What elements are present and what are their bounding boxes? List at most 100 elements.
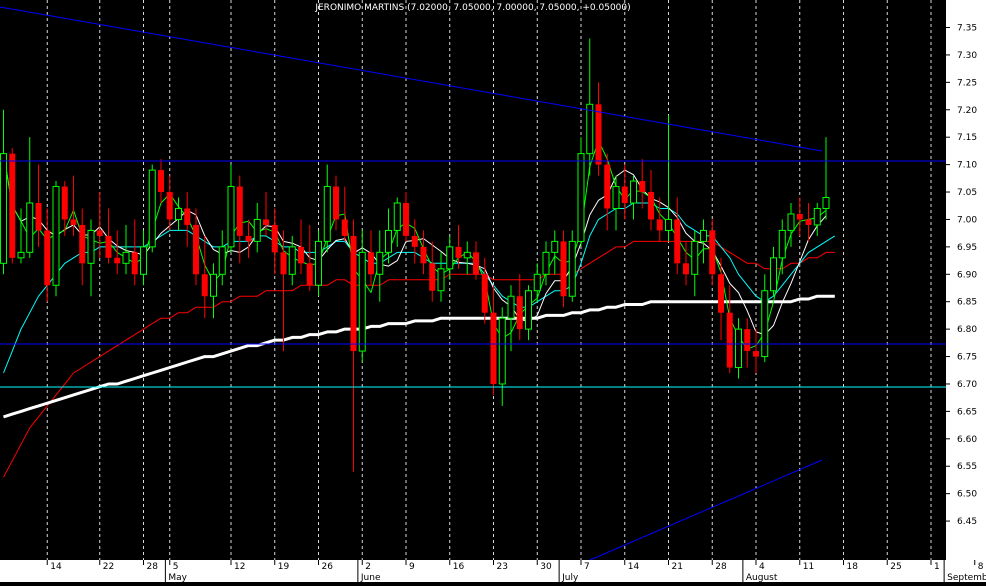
- candle-up: [393, 202, 401, 231]
- candle-down: [70, 219, 77, 225]
- candle-down: [166, 192, 173, 220]
- y-tick-label: 7.00: [957, 215, 977, 225]
- candle-up: [498, 317, 506, 385]
- candle-up: [813, 207, 821, 226]
- candle-up: [770, 257, 777, 292]
- candle-down: [350, 235, 357, 352]
- candle-up: [253, 218, 261, 242]
- x-day-label: 11: [803, 562, 814, 572]
- y-tick-label: 6.55: [957, 462, 977, 472]
- candle-down: [105, 235, 112, 258]
- chart-title: JERONIMO MARTINS (7.02000, 7.05000, 7.00…: [314, 3, 630, 13]
- candle-down: [490, 312, 497, 384]
- y-tick-label: 6.85: [957, 298, 977, 308]
- x-day-label: 22: [103, 562, 114, 572]
- candle-down: [726, 312, 733, 368]
- y-tick-label: 7.05: [957, 188, 977, 198]
- candle-down: [245, 235, 252, 242]
- candle-down: [44, 230, 51, 286]
- candle-down: [604, 164, 611, 209]
- candle-down: [9, 153, 16, 258]
- candle-up: [358, 251, 366, 352]
- candle-down: [709, 230, 716, 275]
- x-day-label: 19: [278, 562, 290, 572]
- candle-down: [61, 186, 68, 220]
- x-month-label: June: [360, 573, 381, 582]
- candle-up: [787, 213, 795, 231]
- x-month-label: September: [947, 573, 986, 582]
- candle-down: [595, 104, 602, 165]
- x-day-label: 26: [322, 562, 334, 572]
- candle-down: [516, 296, 523, 330]
- candle-down: [753, 351, 759, 357]
- candle-up: [218, 246, 226, 275]
- x-day-label: 21: [672, 562, 683, 572]
- candle-down: [805, 219, 812, 225]
- x-day-label: 14: [628, 562, 640, 572]
- candle-down: [648, 192, 654, 220]
- y-tick-label: 6.45: [957, 517, 977, 527]
- candle-down: [341, 219, 348, 236]
- candle-up: [700, 229, 707, 242]
- candle-down: [420, 246, 427, 264]
- candle-up: [0, 153, 7, 264]
- x-day-label: 28: [715, 562, 727, 572]
- candle-down: [271, 224, 278, 253]
- y-tick-label: 6.75: [957, 353, 977, 363]
- candle-down: [368, 252, 374, 275]
- x-month-label: August: [746, 573, 778, 582]
- x-day-label: 14: [50, 562, 62, 572]
- candle-down: [193, 224, 199, 275]
- candle-down: [473, 252, 479, 275]
- candle-down: [280, 252, 287, 275]
- candle-down: [455, 246, 462, 258]
- candle-up: [586, 103, 594, 155]
- candle-up: [323, 186, 331, 242]
- x-day-label: 7: [584, 562, 590, 572]
- x-day-label: 16: [453, 562, 465, 572]
- candle-up: [446, 246, 454, 270]
- x-day-label: 23: [497, 562, 508, 572]
- y-tick-label: 7.15: [957, 133, 977, 143]
- candle-down: [560, 241, 567, 297]
- x-day-label: 8: [978, 562, 984, 572]
- y-tick-label: 6.70: [957, 380, 977, 390]
- candle-down: [429, 263, 436, 291]
- candle-down: [306, 263, 313, 286]
- x-day-label: 9: [409, 562, 415, 572]
- candle-down: [263, 219, 269, 225]
- candle-up: [507, 295, 515, 319]
- candle-down: [744, 329, 751, 352]
- x-day-label: 5: [173, 562, 179, 572]
- candle-down: [481, 274, 488, 313]
- x-day-label: 28: [147, 562, 159, 572]
- candle-down: [411, 235, 418, 247]
- candle-up: [691, 240, 699, 275]
- candle-down: [158, 170, 164, 193]
- y-tick-label: 7.25: [957, 78, 977, 88]
- x-day-label: 1: [934, 562, 940, 572]
- candlestick-chart: 6.45 6.50 6.55 6.60 6.65 6.70 6.75 6.80 6.85 6.90…: [0, 0, 986, 583]
- candle-down: [201, 274, 208, 297]
- candle-up: [612, 186, 620, 209]
- y-tick-label: 6.95: [957, 243, 977, 253]
- candle-up: [533, 273, 541, 292]
- candle-up: [525, 290, 532, 330]
- candle-up: [227, 186, 235, 248]
- candle-up: [665, 218, 672, 231]
- candle-up: [26, 202, 34, 253]
- candle-down: [236, 186, 243, 236]
- candle-up: [568, 240, 576, 297]
- candle-down: [79, 224, 86, 264]
- candle-up: [210, 273, 217, 297]
- candle-down: [683, 263, 689, 275]
- candle-down: [674, 219, 681, 264]
- candle-down: [333, 186, 339, 220]
- y-tick-label: 6.80: [957, 325, 977, 335]
- candle-up: [87, 229, 95, 264]
- candle-down: [184, 208, 191, 225]
- candle-down: [35, 202, 42, 231]
- candle-up: [376, 251, 384, 275]
- x-day-label: 2: [365, 562, 371, 572]
- candle-up: [175, 207, 182, 220]
